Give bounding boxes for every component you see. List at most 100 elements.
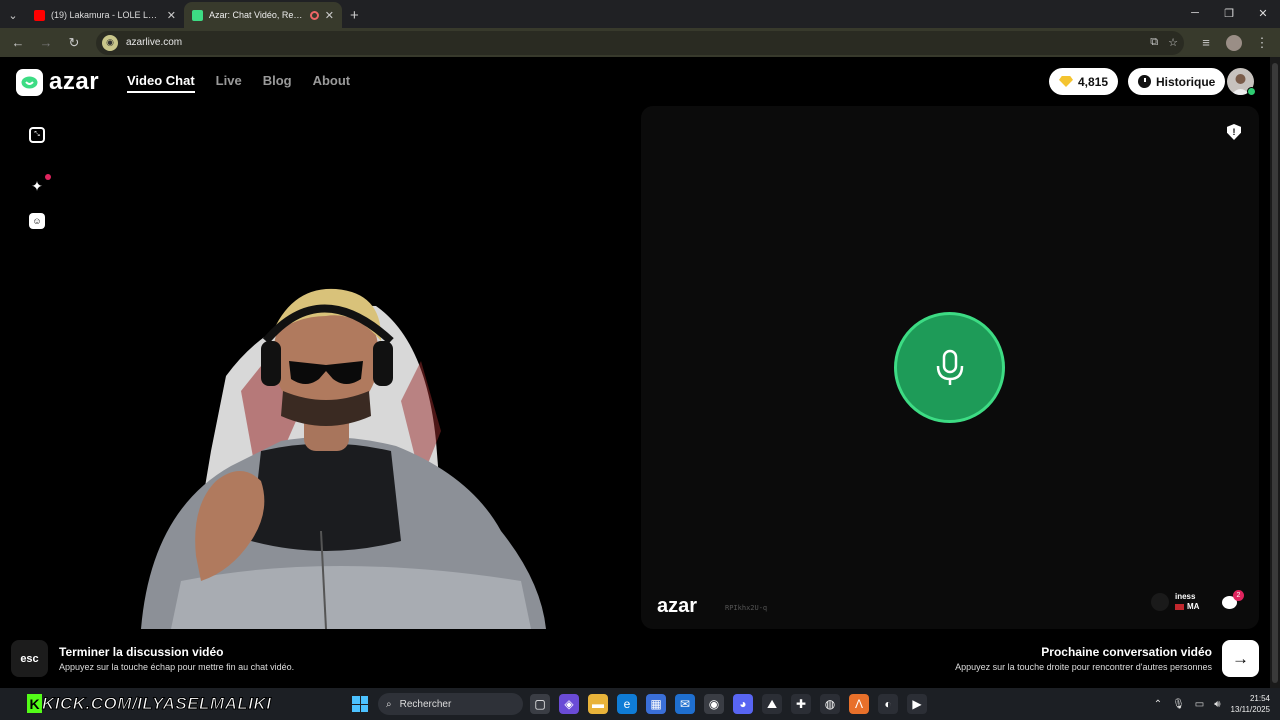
clock-time: 21:54	[1249, 694, 1270, 703]
restore-icon[interactable]: ❐	[1212, 0, 1246, 26]
next-chat-subtitle: Appuyez sur la touche droite pour rencon…	[955, 662, 1212, 672]
app-orange-icon[interactable]: Λ	[849, 694, 869, 714]
bookmark-star-icon[interactable]: ☆	[1168, 36, 1178, 49]
kick-url-text: KICK.COM/ILYASELMALIKI	[41, 693, 272, 713]
chat-badge: 2	[1233, 590, 1244, 601]
tab-title: (19) Lakamura - LOLE LOLE Jam	[51, 10, 161, 20]
scrollbar-thumb[interactable]	[1272, 63, 1278, 683]
chat-bubble-icon[interactable]: 2	[1222, 590, 1244, 609]
history-label: Historique	[1156, 74, 1216, 89]
nav-about[interactable]: About	[313, 73, 351, 93]
pinned-apps: ▢ ◈ ▬ e ▦ ✉ ◉ ◕ ⛰ ✚ ◍ Λ ◐ ▶	[530, 694, 927, 714]
nav-video-chat[interactable]: Video Chat	[127, 73, 195, 93]
close-tab-icon[interactable]: ✕	[167, 9, 176, 22]
edge-icon[interactable]: e	[617, 694, 637, 714]
voice-only-mic-indicator	[894, 312, 1005, 423]
close-window-icon[interactable]: ✕	[1246, 0, 1280, 26]
obs-icon[interactable]: ◍	[820, 694, 840, 714]
menu-kebab-icon[interactable]: ⋮	[1250, 31, 1274, 55]
task-view-icon[interactable]: ▢	[530, 694, 550, 714]
address-toolbar: ← → ↻ ◉ azarlive.com ⧉ ☆ ≡ ⋮	[0, 28, 1280, 57]
azar-logo[interactable]: azar	[16, 68, 99, 96]
profile-button[interactable]	[1222, 31, 1246, 55]
media-controls-icon[interactable]: ≡	[1194, 31, 1218, 55]
my-video-panel: ⤡ ✦ ☺	[11, 106, 630, 629]
nav-blog[interactable]: Blog	[263, 73, 292, 93]
chrome-icon[interactable]: ◉	[704, 694, 724, 714]
search-icon: ⌕	[386, 698, 392, 710]
install-app-icon[interactable]: ⧉	[1150, 36, 1158, 49]
kick-overlay: K KICK.COM/ILYASELMALIKI	[27, 693, 271, 714]
game-controller-icon[interactable]: ✚	[791, 694, 811, 714]
peer-avatar	[1151, 593, 1169, 611]
end-chat-subtitle: Appuyez sur la touche échap pour mettre …	[59, 662, 295, 672]
back-icon[interactable]: ←	[6, 31, 30, 55]
copilot-icon[interactable]: ◈	[559, 694, 579, 714]
tab-title: Azar: Chat Vidéo, Rencontre	[209, 10, 304, 20]
main-nav: Video Chat Live Blog About	[127, 73, 350, 93]
music-app-icon[interactable]: ◐	[878, 694, 898, 714]
clock-icon	[1138, 75, 1151, 88]
profile-avatar	[1226, 34, 1242, 51]
clock-date: 13/11/2025	[1230, 705, 1270, 714]
site-info-icon[interactable]: ◉	[102, 34, 118, 51]
microphone-icon	[936, 349, 963, 385]
store-icon[interactable]: ▦	[646, 694, 666, 714]
system-tray: ⌃ 🎙︎ ▭ 🔊︎ 21:54 13/11/2025	[1154, 688, 1270, 720]
azar-favicon-icon	[192, 9, 203, 21]
window-controls: ─ ❐ ✕	[1178, 0, 1280, 26]
mic-tray-icon[interactable]: 🎙︎	[1172, 699, 1185, 710]
photos-icon[interactable]: ⛰	[762, 694, 782, 714]
reload-icon[interactable]: ↻	[62, 31, 86, 55]
next-chat-title: Prochaine conversation vidéo	[1041, 645, 1212, 659]
tab-search-icon[interactable]: ⌄	[0, 2, 26, 28]
esc-button[interactable]: esc	[11, 640, 48, 677]
browser-tab-strip: ⌄ (19) Lakamura - LOLE LOLE Jam ✕ Azar: …	[0, 0, 1280, 28]
azar-logo-icon	[16, 68, 43, 96]
forward-icon[interactable]: →	[34, 31, 58, 55]
azar-watermark: azar	[657, 595, 698, 617]
close-tab-icon[interactable]: ✕	[325, 9, 334, 22]
windows-taskbar: K KICK.COM/ILYASELMALIKI ⌕ Rechercher ▢ …	[0, 688, 1280, 720]
minimize-icon[interactable]: ─	[1178, 0, 1212, 26]
logo-text: azar	[49, 68, 100, 95]
session-id: RPIkhx2U-q	[725, 604, 768, 612]
peer-info[interactable]: iness MA	[1151, 592, 1199, 612]
file-explorer-icon[interactable]: ▬	[588, 694, 608, 714]
taskbar-search[interactable]: ⌕ Rechercher	[378, 693, 523, 715]
system-clock[interactable]: 21:54 13/11/2025	[1231, 693, 1270, 715]
gem-icon	[1059, 76, 1073, 87]
report-shield-icon[interactable]: !	[1227, 124, 1241, 140]
tab-azar[interactable]: Azar: Chat Vidéo, Rencontre ✕	[184, 2, 342, 28]
tab-youtube[interactable]: (19) Lakamura - LOLE LOLE Jam ✕	[26, 2, 184, 28]
online-status-icon	[1247, 87, 1256, 96]
windows-start-icon[interactable]	[352, 696, 368, 712]
volume-icon[interactable]: 🔊︎	[1214, 699, 1220, 710]
azar-page: azar Video Chat Live Blog About 4,815 Hi…	[0, 57, 1270, 688]
effects-sparkle-icon[interactable]: ✦	[29, 174, 51, 194]
morocco-flag-icon	[1175, 603, 1184, 610]
end-chat-hint: esc Terminer la discussion vidéo Appuyez…	[11, 640, 294, 677]
url-text[interactable]: azarlive.com	[126, 37, 182, 48]
mail-icon[interactable]: ✉	[675, 694, 695, 714]
peer-name: iness	[1175, 592, 1196, 601]
recording-icon	[309, 10, 319, 20]
minimize-video-icon[interactable]: ⤡	[29, 127, 45, 143]
next-chat-hint: Prochaine conversation vidéo Appuyez sur…	[955, 640, 1259, 677]
kick-app-icon[interactable]: ▶	[907, 694, 927, 714]
next-chat-button[interactable]: →	[1222, 640, 1259, 677]
face-mask-icon[interactable]: ☺	[29, 213, 45, 229]
nav-live[interactable]: Live	[216, 73, 242, 93]
network-icon[interactable]: ▭	[1195, 699, 1204, 710]
notification-dot	[45, 174, 51, 180]
tray-chevron-icon[interactable]: ⌃	[1154, 699, 1162, 710]
user-avatar[interactable]	[1227, 68, 1256, 96]
omnibox[interactable]: ◉ azarlive.com ⧉ ☆	[96, 30, 1184, 55]
youtube-favicon-icon	[34, 9, 45, 21]
discord-icon[interactable]: ◕	[733, 694, 753, 714]
partner-video-panel: ! azar RPIkhx2U-q iness MA 2	[641, 106, 1259, 629]
new-tab-button[interactable]: +	[342, 2, 367, 28]
gems-button[interactable]: 4,815	[1049, 68, 1119, 95]
history-button[interactable]: Historique	[1128, 68, 1226, 95]
page-scrollbar[interactable]	[1270, 57, 1280, 688]
